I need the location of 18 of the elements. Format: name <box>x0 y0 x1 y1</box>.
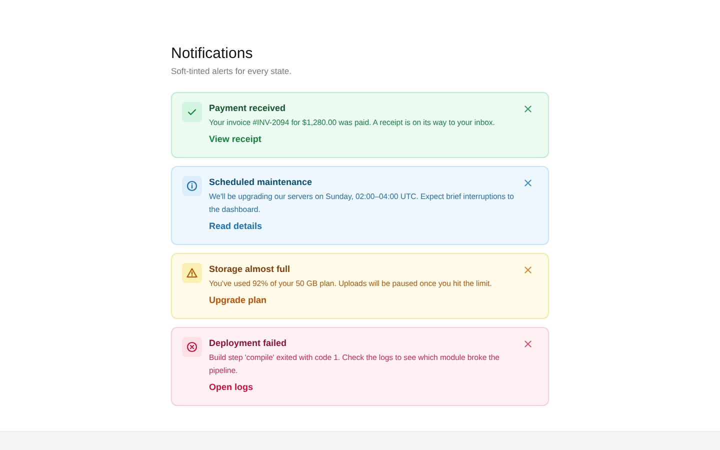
close-icon[interactable] <box>522 177 534 189</box>
error-icon <box>182 337 202 357</box>
warning-icon <box>182 263 202 283</box>
close-icon[interactable] <box>522 264 534 276</box>
page-subtitle: Soft-tinted alerts for every state. <box>171 66 292 76</box>
alert-action-link[interactable]: Upgrade plan <box>209 294 267 306</box>
close-icon[interactable] <box>522 103 534 115</box>
alert-action-link[interactable]: Open logs <box>209 381 254 393</box>
close-icon[interactable] <box>522 338 534 350</box>
alert-title: Payment received <box>209 102 287 114</box>
alert-action-link[interactable]: View receipt <box>209 133 262 145</box>
alert-title: Scheduled maintenance <box>209 176 314 188</box>
check-icon <box>182 102 202 122</box>
alert-action-link[interactable]: Read details <box>209 220 262 232</box>
page-title: Notifications <box>171 45 254 63</box>
alert-title: Storage almost full <box>209 263 292 275</box>
alert-title: Deployment failed <box>209 337 288 349</box>
info-icon <box>182 176 202 196</box>
